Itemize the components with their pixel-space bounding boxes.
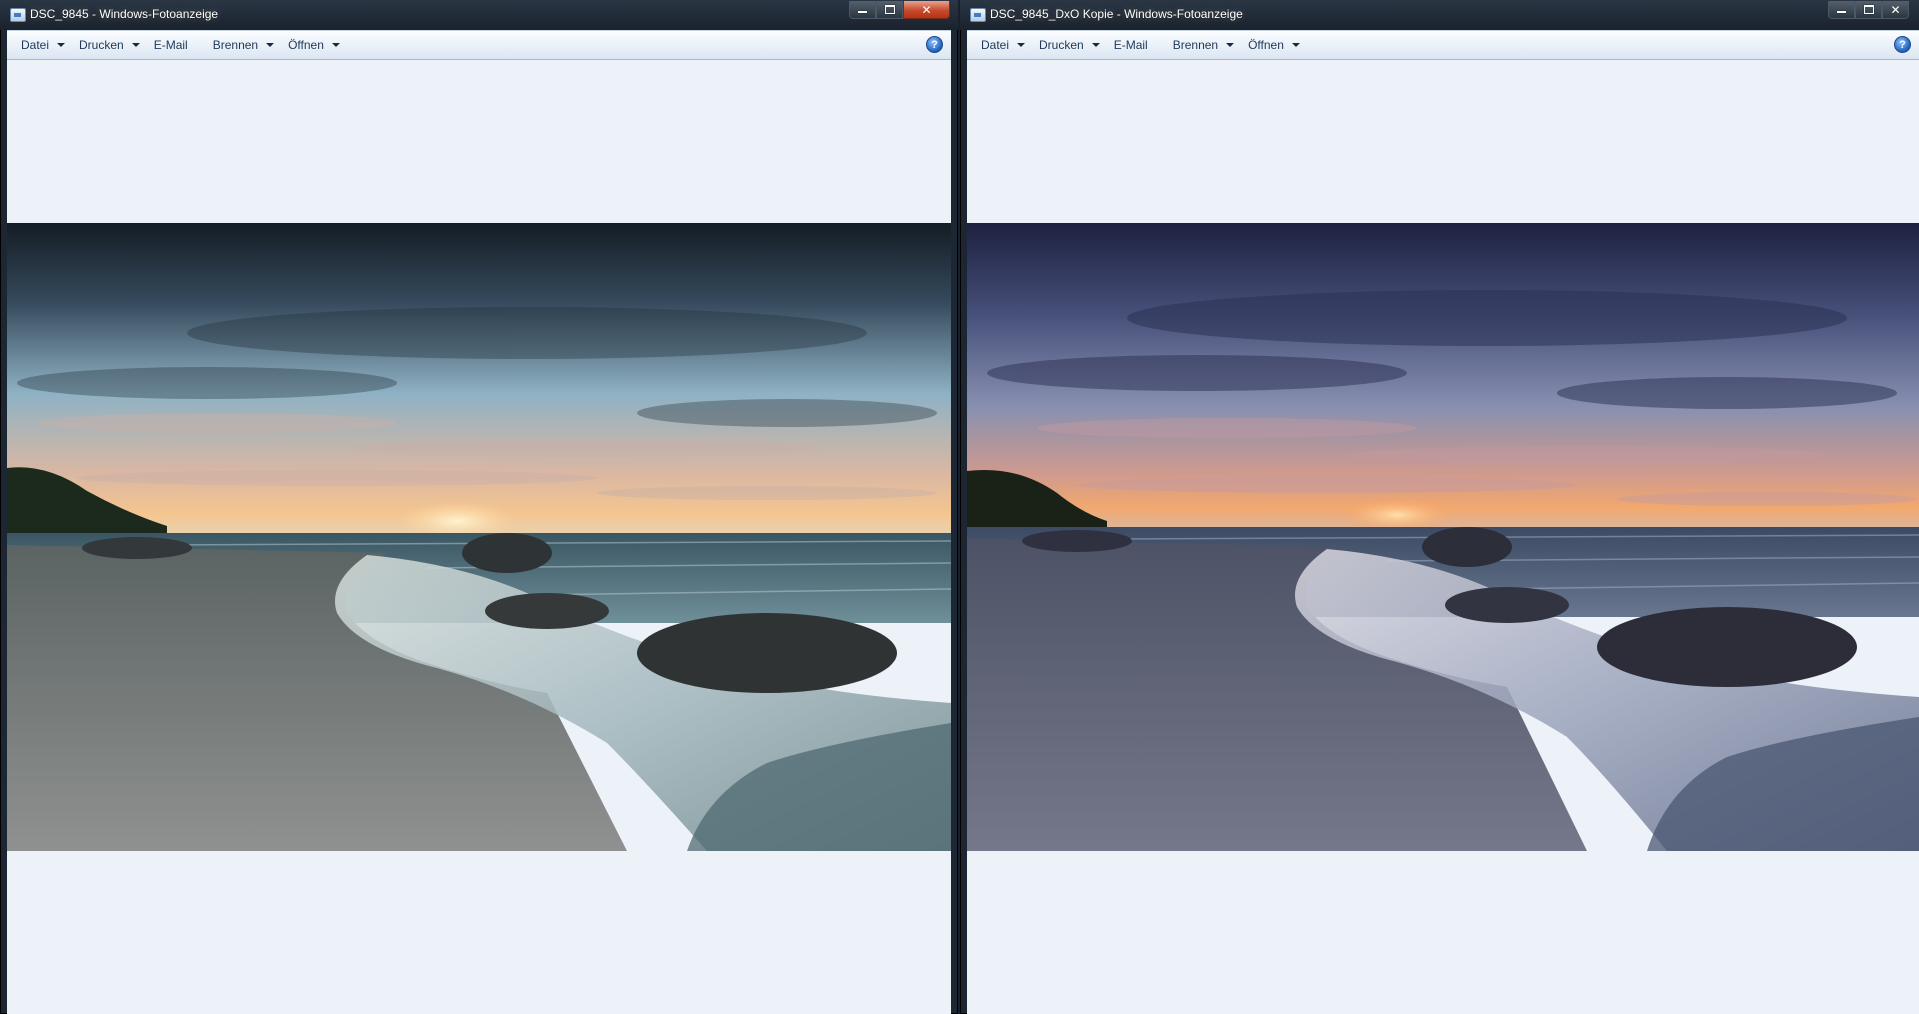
photo-display[interactable] <box>7 223 951 851</box>
menu-brennen[interactable]: Brennen <box>206 35 281 55</box>
photo-viewer-icon[interactable] <box>10 8 26 22</box>
photo-display[interactable] <box>967 223 1919 851</box>
menu-label: E-Mail <box>1113 38 1148 52</box>
minimize-icon <box>858 11 867 13</box>
chevron-down-icon <box>1291 43 1300 47</box>
command-bar: Datei Drucken E-Mail Brennen Öffnen ? <box>7 30 951 60</box>
maximize-icon <box>1863 5 1874 14</box>
menu-oeffnen[interactable]: Öffnen <box>1241 35 1307 55</box>
menu-email[interactable]: E-Mail <box>1107 35 1166 55</box>
menu-label: Brennen <box>212 38 259 52</box>
menu-drucken[interactable]: Drucken <box>72 35 147 55</box>
window-title: DSC_9845_DxO Kopie - Windows-Fotoanzeige <box>990 7 1243 21</box>
close-button[interactable]: ✕ <box>1882 1 1909 19</box>
chevron-down-icon <box>331 43 340 47</box>
photo-viewer-window-left: DSC_9845 - Windows-Fotoanzeige ✕ Datei D… <box>0 0 958 1014</box>
viewer-client-area: Datei Drucken E-Mail Brennen Öffnen ? <box>7 30 951 1014</box>
title-bar[interactable]: DSC_9845_DxO Kopie - Windows-Fotoanzeige… <box>960 0 1919 30</box>
beach-sunset-photo <box>7 223 951 851</box>
menu-label: Drucken <box>79 38 124 52</box>
minimize-button[interactable] <box>849 1 876 19</box>
maximize-button[interactable] <box>876 1 903 19</box>
menu-label: Öffnen <box>288 38 324 52</box>
menu-drucken[interactable]: Drucken <box>1032 35 1107 55</box>
menu-brennen[interactable]: Brennen <box>1166 35 1241 55</box>
menu-label: Öffnen <box>1248 38 1284 52</box>
beach-sunset-photo-dxo <box>967 223 1919 851</box>
menu-label: Brennen <box>1172 38 1219 52</box>
help-glyph: ? <box>931 38 938 51</box>
menu-items: Datei Drucken E-Mail Brennen Öffnen <box>14 31 347 59</box>
menu-datei[interactable]: Datei <box>14 35 72 55</box>
menu-label: Datei <box>981 38 1010 52</box>
chevron-down-icon <box>131 43 140 47</box>
window-title: DSC_9845 - Windows-Fotoanzeige <box>30 7 219 21</box>
minimize-button[interactable] <box>1828 1 1855 19</box>
chevron-down-icon <box>266 43 275 47</box>
help-icon[interactable]: ? <box>926 36 943 53</box>
maximize-button[interactable] <box>1855 1 1882 19</box>
menu-oeffnen[interactable]: Öffnen <box>281 35 347 55</box>
title-bar[interactable]: DSC_9845 - Windows-Fotoanzeige ✕ <box>0 0 958 30</box>
command-bar: Datei Drucken E-Mail Brennen Öffnen ? <box>967 30 1919 60</box>
close-icon: ✕ <box>921 2 932 17</box>
menu-label: Datei <box>21 38 50 52</box>
viewer-client-area: Datei Drucken E-Mail Brennen Öffnen ? <box>967 30 1919 1014</box>
minimize-icon <box>1837 11 1846 13</box>
menu-label: E-Mail <box>153 38 188 52</box>
caption-buttons: ✕ <box>849 1 950 21</box>
help-glyph: ? <box>1899 38 1906 51</box>
menu-datei[interactable]: Datei <box>974 35 1032 55</box>
photo-viewer-icon[interactable] <box>970 8 986 22</box>
menu-email[interactable]: E-Mail <box>147 35 206 55</box>
chevron-down-icon <box>1017 43 1026 47</box>
close-icon: ✕ <box>1890 2 1901 17</box>
menu-label: Drucken <box>1039 38 1084 52</box>
menu-items: Datei Drucken E-Mail Brennen Öffnen <box>974 31 1307 59</box>
maximize-icon <box>884 5 895 14</box>
photo-viewer-window-right: DSC_9845_DxO Kopie - Windows-Fotoanzeige… <box>960 0 1919 1014</box>
chevron-down-icon <box>1226 43 1235 47</box>
caption-buttons: ✕ <box>1828 1 1909 21</box>
chevron-down-icon <box>57 43 66 47</box>
close-button[interactable]: ✕ <box>903 1 950 19</box>
help-icon[interactable]: ? <box>1894 36 1911 53</box>
chevron-down-icon <box>1091 43 1100 47</box>
